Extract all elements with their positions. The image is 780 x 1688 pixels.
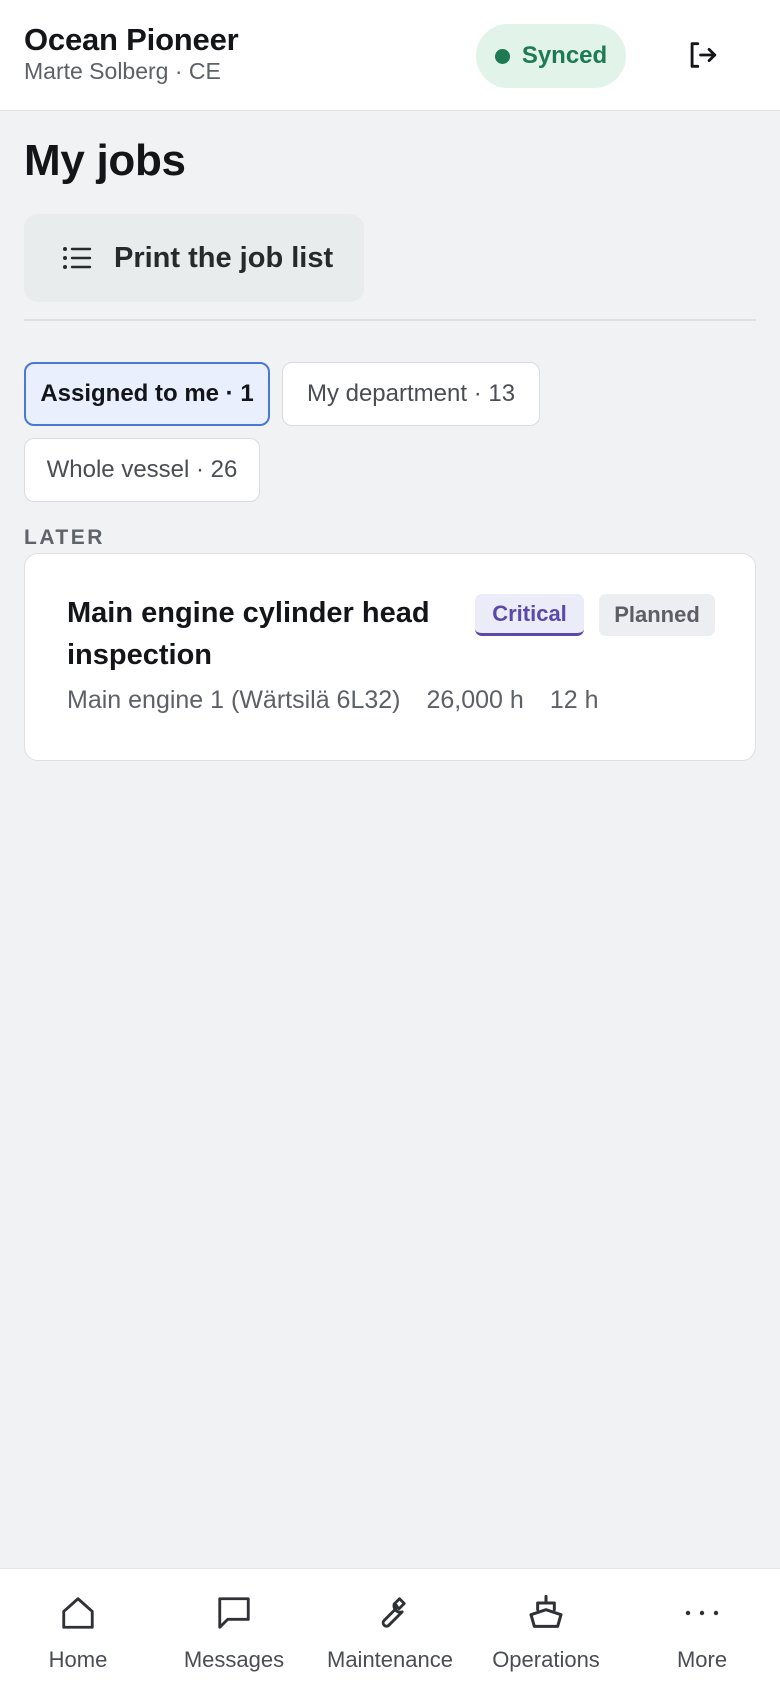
home-icon bbox=[62, 1597, 94, 1629]
sync-status-label: Synced bbox=[521, 42, 608, 69]
critical-badge: Critical bbox=[475, 594, 584, 636]
job-interval: 26,000 h bbox=[426, 686, 524, 714]
job-meta: Main engine 1 (Wärtsilä 6L32) 26,000 h 1… bbox=[67, 686, 599, 715]
print-job-list-button[interactable]: Print the job list bbox=[24, 214, 364, 302]
status-dot-icon bbox=[494, 48, 510, 64]
nav-more[interactable]: More bbox=[624, 1569, 780, 1688]
sync-status-badge: Synced bbox=[476, 24, 626, 88]
logout-button[interactable] bbox=[680, 32, 724, 78]
section-label-later: LATER bbox=[24, 526, 105, 549]
more-icon bbox=[685, 1610, 719, 1616]
job-duration: 12 h bbox=[549, 686, 599, 714]
ship-icon bbox=[529, 1594, 563, 1628]
wrench-icon bbox=[381, 1597, 406, 1628]
nav-label: More bbox=[676, 1647, 728, 1672]
print-button-label: Print the job list bbox=[114, 241, 334, 274]
nav-label: Maintenance bbox=[327, 1647, 453, 1672]
nav-messages[interactable]: Messages bbox=[156, 1569, 312, 1688]
filter-whole-vessel[interactable]: Whole vessel · 26 bbox=[24, 438, 260, 502]
logout-icon bbox=[690, 42, 717, 68]
divider bbox=[24, 319, 756, 321]
job-card[interactable]: Main engine cylinder head inspection Cri… bbox=[24, 553, 756, 761]
nav-label: Messages bbox=[183, 1647, 285, 1672]
nav-label: Operations bbox=[492, 1647, 600, 1672]
filter-assigned-to-me[interactable]: Assigned to me · 1 bbox=[24, 362, 270, 426]
message-icon bbox=[218, 1597, 250, 1629]
planned-badge: Planned bbox=[599, 594, 715, 636]
app-header: Ocean Pioneer Marte Solberg · CE Synced bbox=[0, 0, 780, 111]
list-icon bbox=[63, 247, 92, 270]
nav-maintenance[interactable]: Maintenance bbox=[312, 1569, 468, 1688]
nav-operations[interactable]: Operations bbox=[468, 1569, 624, 1688]
page-title: My jobs bbox=[24, 136, 186, 185]
bottom-nav: Home Messages Maintenance Operations Mor… bbox=[0, 1568, 780, 1688]
job-component: Main engine 1 (Wärtsilä 6L32) bbox=[67, 686, 401, 714]
nav-home[interactable]: Home bbox=[0, 1569, 156, 1688]
user-info: Marte Solberg · CE bbox=[24, 58, 221, 84]
job-title: Main engine cylinder head inspection bbox=[67, 597, 430, 671]
vessel-name: Ocean Pioneer bbox=[24, 22, 239, 57]
nav-label: Home bbox=[48, 1647, 108, 1672]
filter-my-department[interactable]: My department · 13 bbox=[282, 362, 540, 426]
